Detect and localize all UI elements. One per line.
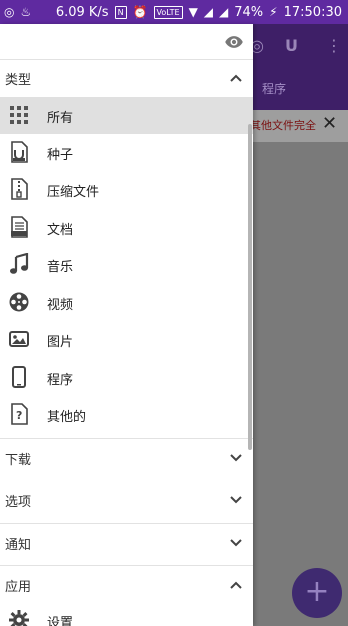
signal-icon: ◢ [203,5,214,19]
type-item-label: 压缩文件 [47,185,100,200]
more-vert-icon: ⋮ [326,36,342,55]
drawer-scrollbar[interactable] [248,124,252,450]
phone-icon [12,366,26,388]
divider [0,438,253,439]
wifi-icon: ▼ [188,5,198,19]
type-item-all[interactable]: 所有 [0,97,253,134]
magnet-icon: U [285,36,298,55]
type-item-program[interactable]: 程序 [0,359,253,396]
type-item-label: 音乐 [47,260,74,275]
section-options-title: 选项 [5,494,32,510]
type-item-label: 所有 [47,111,74,126]
divider [0,523,253,524]
navigation-drawer[interactable]: 类型 所有 种子 压缩文件 文档 音乐 视频 图片 程序 ? 其他的 下载 选项… [0,24,253,626]
battery-percent: 74% [234,4,264,20]
section-types-header[interactable]: 类型 [0,60,253,96]
type-item-label: 种子 [47,148,74,163]
nfc-icon: N [114,5,127,19]
gear-icon [9,610,29,626]
type-item-video[interactable]: 视频 [0,284,253,321]
tab-programs: 程序 [262,82,287,96]
type-item-label: 视频 [47,298,74,313]
chevron-up-icon [230,581,242,589]
clock: 17:50:30 [283,4,342,20]
svg-text:?: ? [16,409,22,422]
unknown-file-icon: ? [11,403,28,425]
music-note-icon [10,253,29,274]
torrent-file-icon [11,141,28,163]
photo-icon [9,331,29,347]
type-item-label: 程序 [47,373,74,388]
chevron-up-icon [230,74,242,82]
network-speed: 6.09 K/s [55,4,109,20]
type-item-other[interactable]: ? 其他的 [0,396,253,433]
chevron-down-icon [230,539,242,547]
section-notifications-header[interactable]: 通知 [0,525,253,561]
section-types-title: 类型 [5,72,32,88]
type-item-document[interactable]: 文档 [0,209,253,246]
chevron-down-icon [230,454,242,462]
type-item-image[interactable]: 图片 [0,321,253,358]
section-notifications-title: 通知 [5,537,32,553]
film-reel-icon [9,292,29,312]
section-app-header[interactable]: 应用 [0,567,253,603]
section-downloads-title: 下载 [5,452,32,468]
type-item-label: 其他的 [47,410,87,425]
divider [0,565,253,566]
add-fab-button: + [292,568,342,618]
doc-file-icon [11,216,28,238]
type-item-label: 图片 [47,335,74,350]
close-icon: ✕ [322,113,338,134]
chevron-down-icon [230,496,242,504]
app-item-label: 设置 [47,616,74,626]
app-item-settings[interactable]: 设置 [0,602,253,626]
fire-icon: ♨ [20,5,32,19]
app-notification-icon: ◎ [4,5,15,19]
type-item-archive[interactable]: 压缩文件 [0,171,253,208]
status-bar: ◎ ♨ 6.09 K/s N ⏰ VoLTE ▼ ◢ ◢ 74% ⚡ 17:50… [0,0,348,24]
section-downloads-header[interactable]: 下载 [0,440,253,476]
zip-file-icon [11,178,28,200]
battery-charging-icon: ⚡ [269,5,278,19]
section-app-title: 应用 [5,579,32,595]
signal-2-icon: ◢ [219,5,229,19]
volte-badge: VoLTE [153,5,183,19]
section-options-header[interactable]: 选项 [0,482,253,518]
banner-text: 其他文件完全 [250,119,316,132]
grid-icon [10,106,28,124]
type-item-label: 文档 [47,223,74,238]
eye-icon[interactable] [224,32,244,52]
type-item-music[interactable]: 音乐 [0,246,253,283]
alarm-icon: ⏰ [132,5,148,19]
type-item-torrent[interactable]: 种子 [0,134,253,171]
